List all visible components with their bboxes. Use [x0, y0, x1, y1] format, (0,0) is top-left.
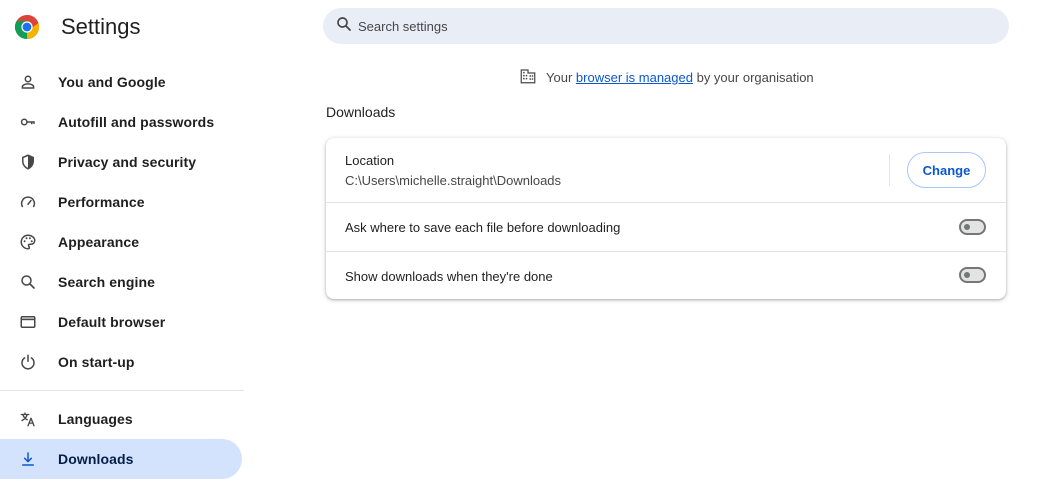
search-icon — [335, 15, 353, 38]
show-downloads-toggle[interactable] — [959, 267, 986, 283]
building-icon — [519, 67, 546, 88]
downloads-card: Location C:\Users\michelle.straight\Down… — [326, 138, 1006, 299]
location-row: Location C:\Users\michelle.straight\Down… — [326, 138, 1006, 202]
sidebar-item-autofill[interactable]: Autofill and passwords — [0, 102, 242, 142]
toggle-knob — [964, 224, 970, 230]
toggle-knob — [964, 272, 970, 278]
change-button[interactable]: Change — [907, 152, 986, 188]
sidebar-item-label: Performance — [58, 194, 145, 210]
browser-window-icon — [18, 312, 38, 332]
section-title: Downloads — [326, 104, 396, 120]
show-downloads-row[interactable]: Show downloads when they're done — [326, 251, 1006, 299]
sidebar-item-performance[interactable]: Performance — [0, 182, 242, 222]
sidebar-item-you-and-google[interactable]: You and Google — [0, 62, 242, 102]
sidebar-item-label: Languages — [58, 411, 133, 427]
sidebar-item-label: You and Google — [58, 74, 166, 90]
download-icon — [18, 449, 38, 469]
sidebar-item-on-startup[interactable]: On start-up — [0, 342, 242, 382]
show-downloads-label: Show downloads when they're done — [345, 269, 553, 284]
sidebar-item-label: Default browser — [58, 314, 166, 330]
ask-where-toggle[interactable] — [959, 219, 986, 235]
sidebar-item-label: Appearance — [58, 234, 140, 250]
page-title: Settings — [61, 14, 141, 39]
search-bar[interactable] — [323, 8, 1009, 44]
managed-suffix: by your organisation — [696, 70, 814, 85]
sidebar-item-downloads[interactable]: Downloads — [0, 439, 242, 479]
chrome-logo-icon — [14, 14, 40, 40]
location-label: Location — [345, 153, 395, 168]
managed-prefix: Your — [546, 70, 573, 85]
ask-where-row[interactable]: Ask where to save each file before downl… — [326, 202, 1006, 251]
sidebar-divider — [0, 390, 244, 391]
sidebar-item-label: On start-up — [58, 354, 135, 370]
managed-notice: Your browser is managed by your organisa… — [519, 67, 814, 88]
browser-managed-link[interactable]: browser is managed — [576, 70, 693, 85]
settings-app: Settings You and Google Autofill and pas… — [0, 0, 1062, 489]
sidebar-item-label: Downloads — [58, 451, 134, 467]
sidebar-item-default-browser[interactable]: Default browser — [0, 302, 242, 342]
sidebar-item-label: Search engine — [58, 274, 156, 290]
power-icon — [18, 352, 38, 372]
search-icon — [18, 272, 38, 292]
sidebar-item-label: Privacy and security — [58, 154, 197, 170]
sidebar-item-label: Autofill and passwords — [58, 114, 215, 130]
search-input[interactable] — [358, 18, 958, 34]
sidebar-item-search-engine[interactable]: Search engine — [0, 262, 242, 302]
sidebar-item-appearance[interactable]: Appearance — [0, 222, 242, 262]
palette-icon — [18, 232, 38, 252]
shield-icon — [18, 152, 38, 172]
sidebar-item-languages[interactable]: Languages — [0, 399, 242, 439]
translate-icon — [18, 409, 38, 429]
key-icon — [18, 112, 38, 132]
person-icon — [18, 72, 38, 92]
ask-where-label: Ask where to save each file before downl… — [345, 220, 621, 235]
location-path: C:\Users\michelle.straight\Downloads — [345, 173, 562, 188]
speedometer-icon — [18, 192, 38, 212]
sidebar-item-privacy[interactable]: Privacy and security — [0, 142, 242, 182]
sidebar: You and Google Autofill and passwords Pr… — [0, 62, 244, 479]
vertical-separator — [889, 154, 890, 186]
